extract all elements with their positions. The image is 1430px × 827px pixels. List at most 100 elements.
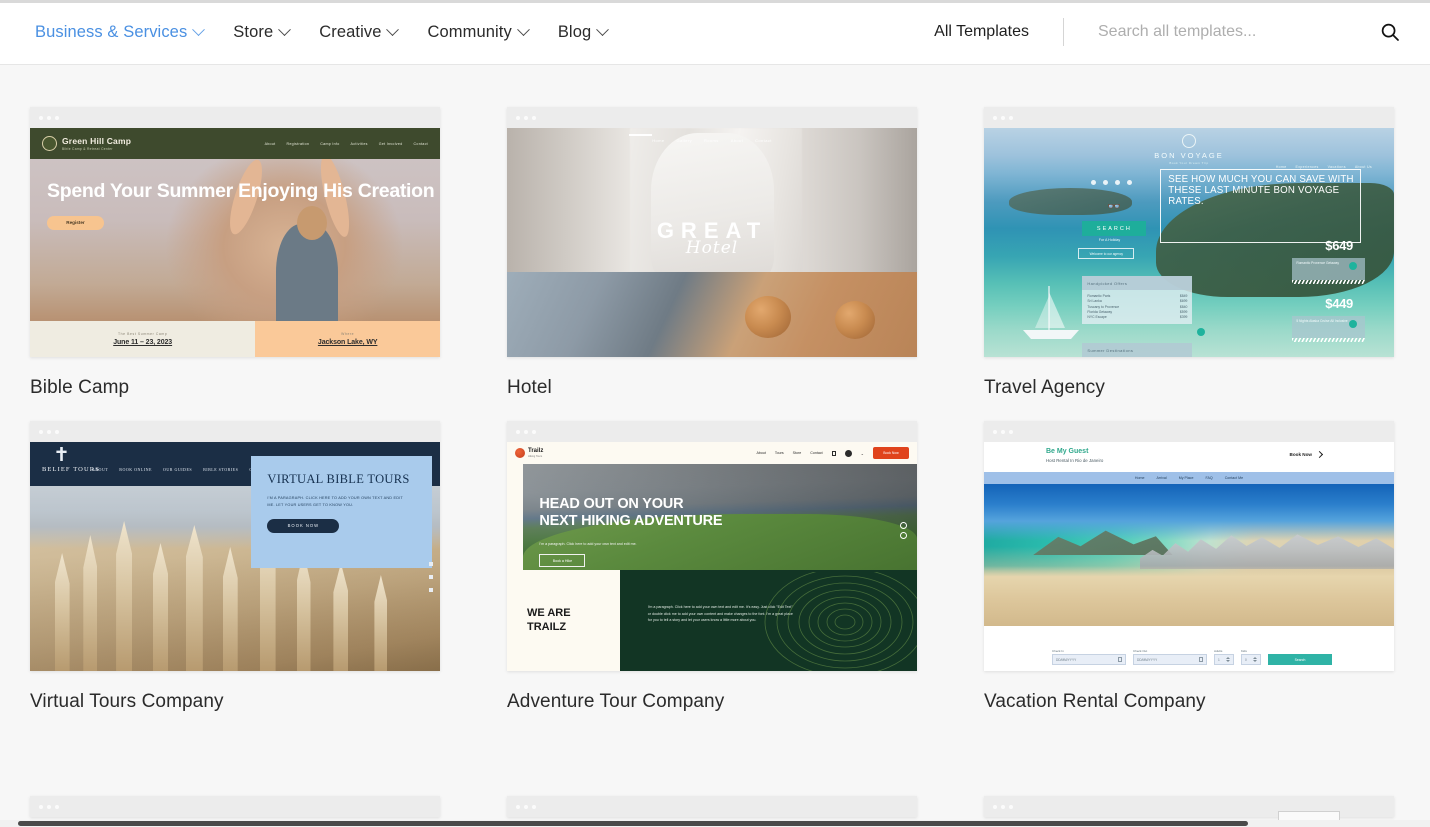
kids-stepper: 0	[1241, 654, 1261, 665]
slider-controls	[900, 522, 907, 539]
nav-item-store-label: Store	[233, 22, 274, 41]
chrome-dot-icon	[47, 429, 51, 434]
template-thumbnail[interactable]	[30, 796, 440, 817]
trailz-about-section: WE ARE TRAILZ I'm a paragraph. Click her…	[507, 570, 917, 671]
rental-nav-link: FAQ	[1205, 476, 1213, 480]
chrome-dot-icon	[1009, 804, 1013, 809]
chrome-dot-icon	[47, 115, 51, 120]
checkout-value: DD/MM/YYYY	[1137, 657, 1158, 662]
camp-brand-sub: Bible Camp & Retreat Center	[62, 146, 113, 151]
search-input[interactable]	[1098, 23, 1360, 41]
template-title: Travel Agency	[984, 377, 1105, 398]
chrome-dot-icon	[1001, 429, 1005, 434]
travel-offers-header: Handpicked Offers	[1082, 276, 1193, 290]
nav-item-creative-label: Creative	[319, 22, 382, 41]
hotel-site-nav: Home Gallery Rooms About Contact	[507, 138, 917, 143]
trailz-about-heading-block: WE ARE TRAILZ	[507, 570, 620, 671]
template-card-hotel[interactable]: Home Gallery Rooms About Contact GREAT H…	[507, 107, 917, 399]
nav-item-blog[interactable]: Blog	[558, 23, 610, 42]
chevron-right-icon	[1315, 450, 1324, 459]
template-card-adventure-tour[interactable]: Trailz Hiking Tours About Tours Store Co…	[507, 421, 917, 713]
travel-welcome-label: Welcome to our agency	[1089, 251, 1124, 256]
travel-destinations-title: Summer Destinations	[1087, 347, 1134, 353]
nav-item-creative[interactable]: Creative	[319, 22, 400, 42]
chevron-down-icon	[192, 22, 206, 36]
rental-site-nav: Home Arrival My Place FAQ Contact Me	[984, 472, 1394, 484]
photo-detail	[54, 553, 70, 671]
trailz-nav-link: About	[756, 451, 766, 455]
photo-detail	[984, 566, 1394, 626]
tours-social-icons	[429, 562, 433, 592]
camp-location-label: Where	[341, 332, 355, 336]
user-avatar-icon	[844, 449, 852, 457]
nav-item-community[interactable]: Community	[427, 23, 530, 42]
chrome-dot-icon	[1009, 115, 1013, 120]
chrome-dot-icon	[532, 115, 536, 120]
binoculars-icon: 👓	[1107, 201, 1122, 213]
template-thumbnail[interactable]: BON VOYAGE Book Your Dream Trip Home Exp…	[984, 107, 1394, 357]
template-card-vacation-rental[interactable]: Be My Guest Host Rental In Rio de Janeir…	[984, 421, 1394, 713]
trailz-book-label: Book Now	[883, 451, 899, 455]
trailz-logo: Trailz Hiking Tours	[515, 448, 543, 458]
search-button[interactable]	[1376, 18, 1404, 46]
photo-detail	[296, 551, 311, 671]
hotel-nav-link: Rooms	[704, 138, 719, 143]
nav-item-business-services-label: Business & Services	[35, 22, 188, 41]
chrome-dot-icon	[524, 429, 528, 434]
rental-brand-name: Be My Guest	[1046, 448, 1089, 455]
nav-item-business-services[interactable]: Business & Services	[28, 22, 206, 42]
hotel-lower-photo	[507, 272, 917, 357]
travel-search-label: SEARCH	[1096, 225, 1132, 232]
kids-field: Kids 0	[1241, 649, 1261, 665]
template-title: Hotel	[507, 377, 552, 398]
template-card-travel-agency[interactable]: BON VOYAGE Book Your Dream Trip Home Exp…	[984, 107, 1394, 399]
trailz-brand-sub: Hiking Tours	[528, 455, 543, 458]
instagram-icon	[1114, 180, 1120, 185]
hotel-nav-underline	[629, 134, 652, 136]
tours-nav-link: BOOK ONLINE	[119, 467, 152, 472]
hotel-nav-link: Contact	[755, 138, 772, 143]
chrome-dot-icon	[1009, 429, 1013, 434]
browser-chrome-bar	[30, 421, 440, 442]
template-thumbnail[interactable]: Trailz Hiking Tours About Tours Store Co…	[507, 421, 917, 671]
template-thumbnail[interactable]: Be My Guest Host Rental In Rio de Janeir…	[984, 421, 1394, 671]
photo-detail	[333, 563, 349, 671]
tours-panel-heading: VIRTUAL BIBLE TOURS	[267, 472, 410, 486]
template-thumbnail[interactable]: Home Gallery Rooms About Contact GREAT H…	[507, 107, 917, 357]
travel-search-sub: For A Holiday	[1098, 238, 1121, 242]
browser-chrome-bar	[507, 107, 917, 128]
photo-detail	[222, 547, 238, 671]
template-thumbnail[interactable]: Green Hill Camp Bible Camp & Retreat Cen…	[30, 107, 440, 357]
camp-register-button: Register	[47, 215, 104, 230]
photo-detail	[153, 543, 168, 671]
template-card-virtual-tours[interactable]: BELIEF TOURS ABOUT BOOK ONLINE OUR GUIDE…	[30, 421, 440, 713]
trailz-hike-button: Book a Hike	[539, 554, 586, 567]
pinterest-icon	[1126, 180, 1132, 185]
checkout-field: Check Out DD/MM/YYYY	[1133, 649, 1207, 665]
template-card-bible-camp[interactable]: Green Hill Camp Bible Camp & Retreat Cen…	[30, 107, 440, 399]
adults-field: Adults 1	[1214, 648, 1234, 665]
topographic-lines-icon	[764, 572, 917, 671]
scrollbar-thumb[interactable]	[18, 821, 1248, 826]
camp-site-nav: Green Hill Camp Bible Camp & Retreat Cen…	[30, 128, 440, 159]
camp-seal-icon	[42, 136, 57, 151]
beach-photo	[984, 484, 1394, 626]
camp-headline: Spend Your Summer Enjoying His Creation	[47, 180, 435, 202]
all-templates-link[interactable]: All Templates	[934, 23, 1029, 41]
camp-nav-link: Camp Info	[320, 141, 340, 146]
header-divider	[1063, 18, 1064, 46]
social-icons	[1090, 180, 1132, 185]
photo-detail	[650, 132, 774, 284]
adults-value: 1	[1218, 657, 1220, 662]
chrome-dot-icon	[1001, 115, 1005, 120]
nav-item-store[interactable]: Store	[233, 22, 292, 42]
adults-label: Adults	[1214, 648, 1223, 653]
template-thumbnail[interactable]	[507, 796, 917, 817]
photo-detail	[116, 521, 133, 671]
photo-detail	[374, 575, 388, 671]
travel-deal-stripe	[1292, 338, 1366, 342]
horizontal-scrollbar[interactable]	[0, 820, 1430, 827]
trailz-nav-link: Tours	[774, 451, 784, 455]
template-thumbnail[interactable]: BELIEF TOURS ABOUT BOOK ONLINE OUR GUIDE…	[30, 421, 440, 671]
camp-location-block: Where Jackson Lake, WY	[255, 321, 440, 357]
